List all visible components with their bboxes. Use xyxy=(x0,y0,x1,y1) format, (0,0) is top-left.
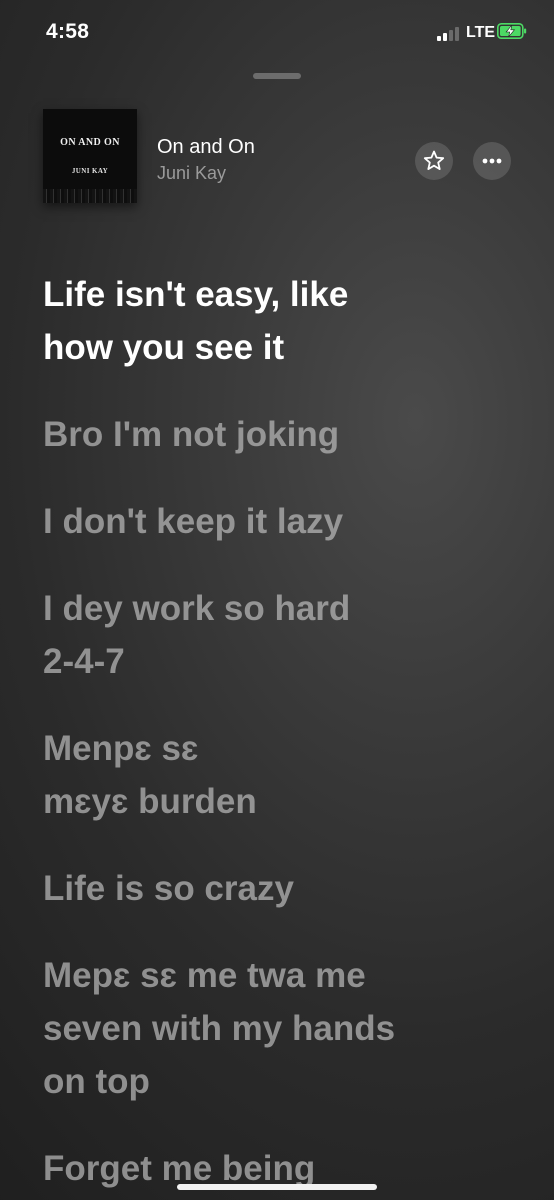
status-bar: 4:58 LTE xyxy=(0,0,554,66)
lyric-line[interactable]: Bro I'm not joking xyxy=(43,408,533,461)
more-options-button[interactable] xyxy=(473,142,511,180)
signal-icon xyxy=(437,27,461,41)
lyric-line[interactable]: I dey work so hard 2-4-7 xyxy=(43,582,533,688)
lyrics-screen: 4:58 LTE ON AND ON JUNI KAY On and On Ju… xyxy=(0,0,554,1200)
lyric-line[interactable]: Mepɛ sɛ me twa me seven with my hands on… xyxy=(43,949,533,1108)
lyric-line[interactable]: Menpɛ sɛ mɛyɛ burden xyxy=(43,722,533,828)
track-artist[interactable]: Juni Kay xyxy=(157,163,226,184)
star-icon xyxy=(423,150,445,170)
lyric-line-active[interactable]: Life isn't easy, like how you see it xyxy=(43,268,533,374)
lyric-line[interactable]: Life is so crazy xyxy=(43,862,533,915)
battery-charging-icon xyxy=(497,23,527,39)
favorite-button[interactable] xyxy=(415,142,453,180)
artwork-artist-text: JUNI KAY xyxy=(71,167,109,175)
lyric-line[interactable]: I don't keep it lazy xyxy=(43,495,533,548)
network-type: LTE xyxy=(466,24,496,41)
sheet-grabber[interactable] xyxy=(253,73,301,79)
home-indicator[interactable] xyxy=(177,1184,377,1190)
artwork-title-text: ON AND ON xyxy=(60,137,120,148)
lyrics-list[interactable]: Life isn't easy, like how you see it Bro … xyxy=(43,268,533,1200)
track-title[interactable]: On and On xyxy=(157,136,255,159)
status-time: 4:58 xyxy=(46,20,90,43)
ellipsis-icon xyxy=(482,158,502,164)
album-artwork[interactable]: ON AND ON JUNI KAY xyxy=(43,109,137,203)
artwork-texture xyxy=(43,189,137,203)
